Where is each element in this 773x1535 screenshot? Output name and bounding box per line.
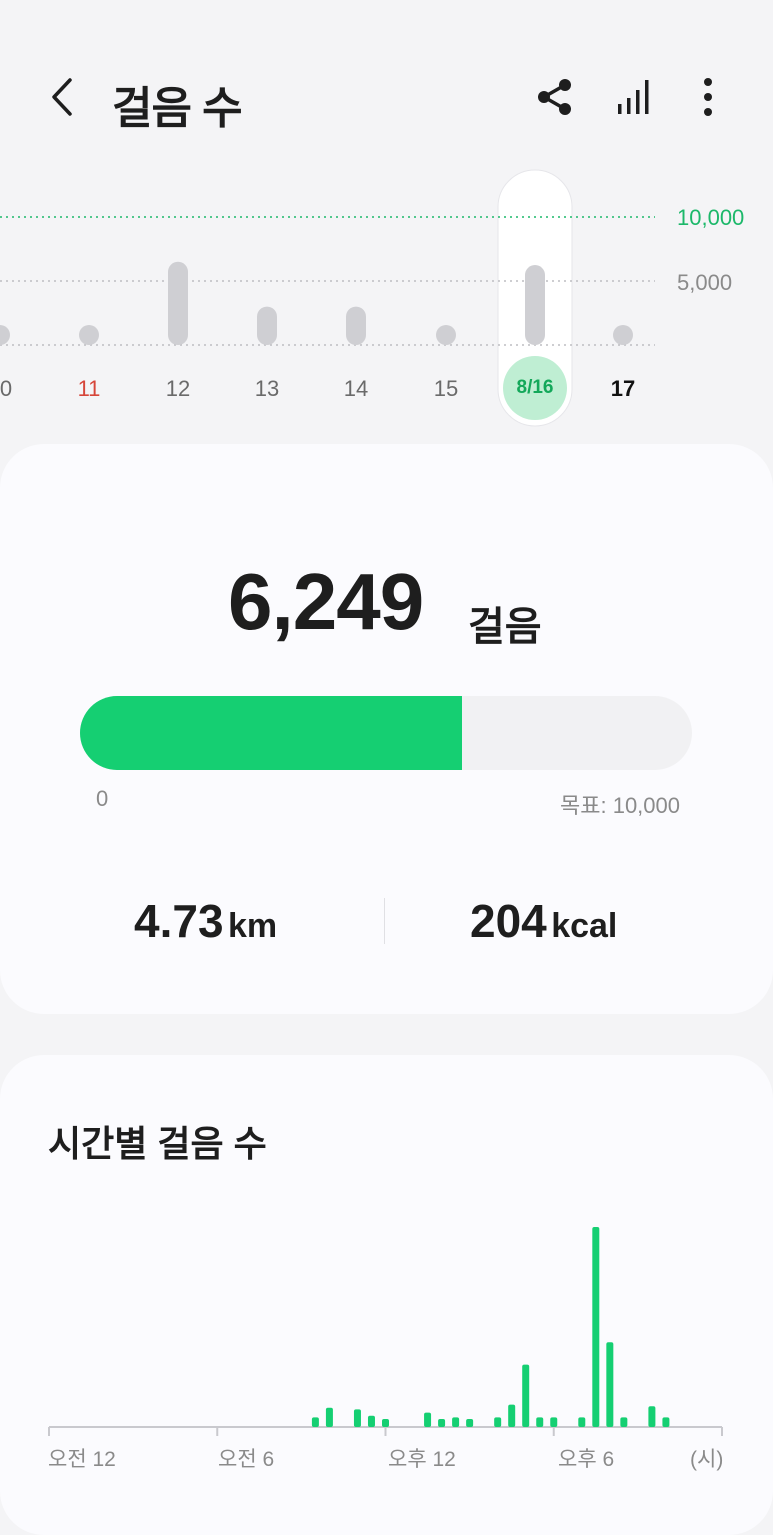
bar-chart-icon <box>618 80 649 114</box>
mid-line-label: 5,000 <box>677 270 733 295</box>
goal-line-label: 10,000 <box>677 205 745 230</box>
hourly-bar <box>522 1364 530 1427</box>
weekly-bar[interactable] <box>436 325 456 345</box>
share-button[interactable] <box>532 74 578 120</box>
hourly-bar <box>578 1417 586 1427</box>
weekly-bar[interactable] <box>168 261 188 345</box>
hourly-bar <box>606 1342 614 1427</box>
more-vertical-icon <box>704 78 712 116</box>
day-label[interactable]: 12 <box>148 376 208 402</box>
share-icon <box>538 79 571 115</box>
hourly-bar <box>367 1415 375 1427</box>
hourly-bar <box>466 1419 474 1427</box>
hourly-bar <box>452 1417 460 1427</box>
hourly-tick-label: 오후 6 <box>558 1448 615 1471</box>
day-label[interactable]: 8/16 <box>505 377 565 399</box>
hourly-tick-label: 오전 12 <box>48 1448 116 1471</box>
calories-unit: kcal <box>551 907 618 945</box>
back-arrow-icon <box>52 78 72 116</box>
hourly-bar <box>494 1417 502 1427</box>
day-label[interactable]: 0 <box>0 376 36 402</box>
day-label[interactable]: 13 <box>237 376 297 402</box>
hourly-tick-label: (시) <box>690 1448 724 1471</box>
hourly-bar <box>311 1417 319 1427</box>
distance-metric: 4.73 km <box>134 894 277 948</box>
summary-card: 6,249 걸음 0 목표: 10,000 4.73 km 204 kcal <box>0 444 773 1014</box>
hourly-bar <box>438 1419 446 1427</box>
weekly-bar[interactable] <box>0 325 10 345</box>
steps-unit: 걸음 <box>468 605 542 649</box>
hourly-steps-chart <box>48 1227 723 1436</box>
metric-divider <box>384 898 385 944</box>
steps-value: 6,249 <box>228 557 424 646</box>
day-label[interactable]: 17 <box>593 376 653 402</box>
hourly-bar <box>648 1406 656 1427</box>
hourly-bar <box>353 1409 361 1427</box>
hourly-bar <box>424 1412 432 1427</box>
hourly-bar <box>592 1227 600 1427</box>
distance-unit: km <box>227 907 278 945</box>
weekly-bar[interactable] <box>525 265 545 345</box>
hourly-bar <box>662 1417 670 1427</box>
progress-min-label: 0 <box>96 786 109 811</box>
weekly-steps-chart: 10,000 5,000 0 11 12 13 14 15 8/16 17 <box>0 160 773 430</box>
hourly-steps-card: 시간별 걸음 수 오전 12 오전 6 오후 12 오후 6 (시) <box>0 1055 773 1535</box>
calories-value: 204 <box>470 895 547 947</box>
weekly-bar[interactable] <box>613 325 633 345</box>
more-options-button[interactable] <box>686 74 732 120</box>
distance-value: 4.73 <box>134 895 224 947</box>
hourly-bar <box>536 1417 544 1427</box>
weekly-bar[interactable] <box>257 306 277 345</box>
goal-progress-bar <box>80 696 692 770</box>
hourly-bar <box>382 1419 389 1427</box>
hourly-bar <box>508 1404 516 1427</box>
progress-goal-label: 목표: 10,000 <box>560 793 680 818</box>
hourly-bar <box>620 1417 628 1427</box>
stats-button[interactable] <box>612 74 658 120</box>
weekly-bar[interactable] <box>79 325 99 345</box>
back-button[interactable] <box>40 72 90 122</box>
day-label[interactable]: 11 <box>59 376 119 402</box>
hourly-bar <box>550 1417 558 1427</box>
page-title: 걸음 수 <box>112 84 243 133</box>
calories-metric: 204 kcal <box>470 894 617 948</box>
hourly-tick-label: 오후 12 <box>388 1448 456 1471</box>
hourly-tick-label: 오전 6 <box>218 1448 275 1471</box>
goal-progress-fill <box>80 696 463 770</box>
hourly-bar <box>325 1407 333 1427</box>
day-label[interactable]: 15 <box>416 376 476 402</box>
weekly-bar[interactable] <box>346 306 366 345</box>
day-label[interactable]: 14 <box>326 376 386 402</box>
